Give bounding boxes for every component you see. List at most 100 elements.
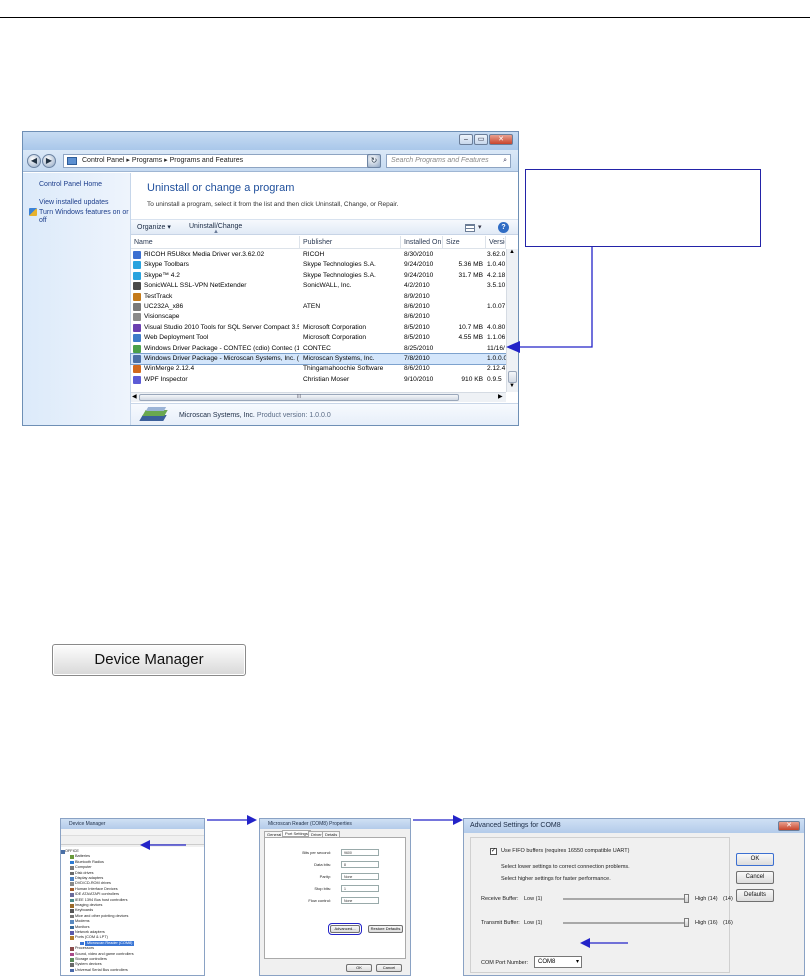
search-icon[interactable]: ⌕ <box>503 155 507 167</box>
breadcrumb-control-panel[interactable]: Control Panel <box>82 157 124 164</box>
scroll-thumb[interactable] <box>508 371 517 383</box>
device-category[interactable]: Sound, video and game controllers <box>75 952 134 957</box>
tab-port-settings[interactable]: Port Settings <box>282 830 311 837</box>
device-microscan-reader[interactable]: Microscan Reader (COM8) <box>85 940 135 946</box>
table-row[interactable]: UC232A_x86 ATEN 8/6/2010 1.0.07 <box>131 302 506 312</box>
props-cancel-button[interactable]: Cancel <box>376 964 402 972</box>
props-title: Microscan Reader (COM8) Properties <box>260 819 410 829</box>
device-category[interactable]: Disk drives <box>75 871 94 876</box>
stop-bits-select[interactable]: 1 <box>341 885 379 892</box>
page-instructions: To uninstall a program, select it from t… <box>147 201 399 208</box>
program-name: Skype Toolbars <box>144 261 189 269</box>
dropdown-arrow-icon[interactable]: ▾ <box>576 957 579 967</box>
device-category[interactable]: Display adapters <box>75 876 103 881</box>
close-button[interactable]: ✕ <box>489 134 513 145</box>
program-publisher: Skype Technologies S.A. <box>303 271 376 279</box>
device-category[interactable]: Batteries <box>75 854 90 859</box>
transmit-buffer-slider[interactable] <box>684 918 689 927</box>
organize-button[interactable]: Organize ▾ <box>137 223 171 231</box>
view-options-icon[interactable] <box>465 224 475 232</box>
device-category[interactable]: System devices <box>75 962 102 967</box>
breadcrumb-programs-features[interactable]: Programs and Features <box>170 157 244 164</box>
column-header-size[interactable]: Size <box>443 236 486 249</box>
adv-close-button[interactable]: ✕ <box>778 821 800 831</box>
adv-cancel-button[interactable]: Cancel <box>736 871 774 884</box>
device-category[interactable]: OFFICE <box>65 849 79 854</box>
table-row[interactable]: Skype™ 4.2 Skype Technologies S.A. 9/24/20… <box>131 271 506 281</box>
help-icon[interactable]: ? <box>498 222 509 233</box>
search-input[interactable]: Search Programs and Features ⌕ <box>386 154 511 168</box>
forward-button[interactable]: ▶ <box>42 154 56 168</box>
device-category[interactable]: IDE ATA/ATAPI controllers <box>75 892 119 897</box>
device-category[interactable]: Computer <box>75 865 92 870</box>
scroll-left-icon[interactable]: ◀ <box>132 393 137 400</box>
maximize-button[interactable]: ▭ <box>474 134 488 145</box>
device-category[interactable]: Mice and other pointing devices <box>75 914 128 919</box>
table-row[interactable]: WinMerge 2.12.4 Thingamahoochie Software 8… <box>131 364 506 374</box>
device-category[interactable]: Keyboards <box>75 908 93 913</box>
device-category[interactable]: Processors <box>75 946 94 951</box>
table-row[interactable]: Web Deployment Tool Microsoft Corporation… <box>131 333 506 343</box>
page-title: Uninstall or change a program <box>147 182 295 194</box>
program-installed-on: 8/5/2010 <box>404 334 430 342</box>
receive-buffer-slider[interactable] <box>684 894 689 903</box>
parity-select[interactable]: None <box>341 873 379 880</box>
column-header-name[interactable]: Name <box>131 236 300 249</box>
device-category[interactable]: Modems <box>75 919 90 924</box>
back-button[interactable]: ◀ <box>27 154 41 168</box>
device-category[interactable]: Monitors <box>75 925 90 930</box>
view-dropdown-icon[interactable]: ▾ <box>478 223 482 231</box>
table-row[interactable]: SonicWALL SSL-VPN NetExtender SonicWALL, … <box>131 281 506 291</box>
horizontal-scrollbar[interactable]: ◀ III ▶ <box>131 392 506 402</box>
fifo-checkbox[interactable]: ✓ <box>490 848 497 855</box>
device-category[interactable]: Storage controllers <box>75 957 107 962</box>
device-category[interactable]: DVD/CD-ROM drives <box>75 881 111 886</box>
breadcrumb-programs[interactable]: Programs <box>132 157 162 164</box>
table-row[interactable]: RICOH R5U8xx Media Driver ver.3.62.02 RIC… <box>131 250 506 260</box>
table-row[interactable]: Windows Driver Package - CONTEC (cdio) C… <box>131 344 506 354</box>
scroll-down-icon[interactable]: ▼ <box>509 383 515 389</box>
advanced-button[interactable]: Advanced... <box>328 923 362 935</box>
minimize-button[interactable]: – <box>459 134 473 145</box>
sidebar-control-panel-home[interactable]: Control Panel Home <box>39 181 102 188</box>
data-bits-select[interactable]: 8 <box>341 861 379 868</box>
receive-buffer-value: (14) <box>723 896 733 902</box>
table-row[interactable]: Visionscape 8/6/2010 <box>131 312 506 322</box>
props-ok-button[interactable]: OK <box>346 964 372 972</box>
sidebar-turn-windows-features[interactable]: Turn Windows features on or off <box>39 209 129 225</box>
column-header-publisher[interactable]: Publisher <box>300 236 401 249</box>
device-icon <box>70 855 74 859</box>
table-row[interactable]: TestTrack 8/9/2010 <box>131 292 506 302</box>
table-row[interactable]: Visual Studio 2010 Tools for SQL Server … <box>131 323 506 333</box>
device-category[interactable]: IEEE 1394 Bus host controllers <box>75 898 128 903</box>
device-category[interactable]: Human Interface Devices <box>75 887 118 892</box>
restore-defaults-button[interactable]: Restore Defaults <box>368 925 403 933</box>
address-bar[interactable]: Control Panel ▸ Programs ▸ Programs and … <box>63 154 377 168</box>
scroll-right-icon[interactable]: ▶ <box>498 393 503 400</box>
device-category[interactable]: Imaging devices <box>75 903 102 908</box>
step-arrow-2 <box>413 815 463 825</box>
device-category[interactable]: Network adapters <box>75 930 105 935</box>
device-category[interactable]: Universal Serial Bus controllers <box>75 968 128 973</box>
sidebar-view-installed-updates[interactable]: View installed updates <box>39 199 109 206</box>
bits-per-second-select[interactable]: 9600 <box>341 849 379 856</box>
flow-control-select[interactable]: None <box>341 897 379 904</box>
device-manager-button[interactable]: Device Manager <box>52 644 246 676</box>
program-installed-on: 4/2/2010 <box>404 282 430 290</box>
hscroll-thumb[interactable]: III <box>139 394 459 401</box>
device-category[interactable]: Ports (COM & LPT) <box>75 935 108 940</box>
device-category[interactable]: Bluetooth Radios <box>75 860 104 865</box>
column-header-installed-on[interactable]: Installed On <box>401 236 443 249</box>
transmit-buffer-track[interactable] <box>563 922 688 924</box>
table-row[interactable]: WPF Inspector Christian Moser 9/10/2010 910… <box>131 375 506 385</box>
table-row-selected[interactable]: Windows Driver Package - Microscan Syste… <box>130 352 507 366</box>
receive-buffer-track[interactable] <box>563 898 688 900</box>
refresh-button[interactable]: ↻ <box>367 154 381 168</box>
adv-ok-button[interactable]: OK <box>736 853 774 866</box>
table-row[interactable]: Skype Toolbars Skype Technologies S.A. 9/2… <box>131 260 506 270</box>
bits-per-second-label: Bits per second: <box>302 850 331 855</box>
device-manager-label: Device Manager <box>94 651 204 668</box>
com-port-select[interactable]: COM8 ▾ <box>534 956 582 968</box>
program-icon <box>133 313 141 322</box>
adv-defaults-button[interactable]: Defaults <box>736 889 774 902</box>
